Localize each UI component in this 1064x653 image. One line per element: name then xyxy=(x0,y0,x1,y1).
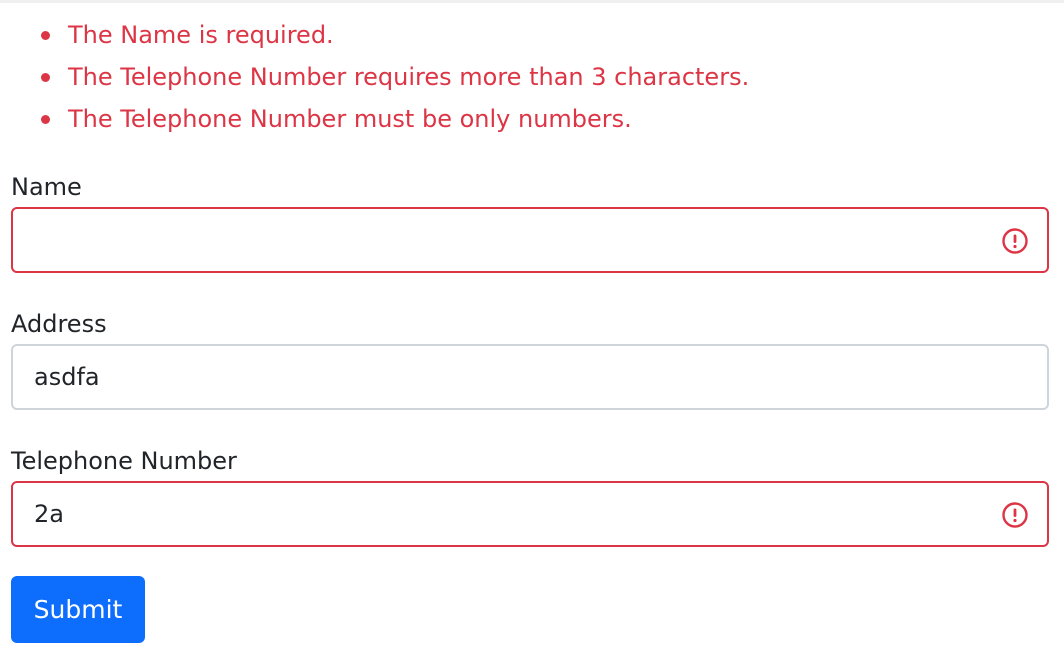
address-label: Address xyxy=(11,310,107,338)
validation-error-text: The Telephone Number requires more than … xyxy=(68,63,750,91)
name-field xyxy=(11,207,1049,273)
submit-button[interactable]: Submit xyxy=(11,576,145,643)
validation-error-text: The Telephone Number must be only number… xyxy=(68,105,632,133)
bullet-icon xyxy=(41,115,50,124)
bullet-icon xyxy=(41,31,50,40)
validation-error: The Telephone Number must be only number… xyxy=(36,98,749,140)
exclamation-circle-icon xyxy=(1002,502,1028,528)
telephone-input[interactable] xyxy=(13,483,1047,545)
validation-error-text: The Name is required. xyxy=(68,21,334,49)
validation-summary: The Name is required. The Telephone Numb… xyxy=(36,14,749,140)
exclamation-circle-icon xyxy=(1002,228,1028,254)
name-label: Name xyxy=(11,173,82,201)
telephone-label: Telephone Number xyxy=(11,447,237,475)
telephone-field xyxy=(11,481,1049,547)
address-field xyxy=(11,344,1049,410)
top-divider xyxy=(0,0,1064,3)
form-page: The Name is required. The Telephone Numb… xyxy=(0,0,1064,653)
address-input[interactable] xyxy=(13,346,1047,408)
validation-error: The Name is required. xyxy=(36,14,749,56)
validation-error: The Telephone Number requires more than … xyxy=(36,56,749,98)
bullet-icon xyxy=(41,73,50,82)
name-input[interactable] xyxy=(13,209,1047,271)
